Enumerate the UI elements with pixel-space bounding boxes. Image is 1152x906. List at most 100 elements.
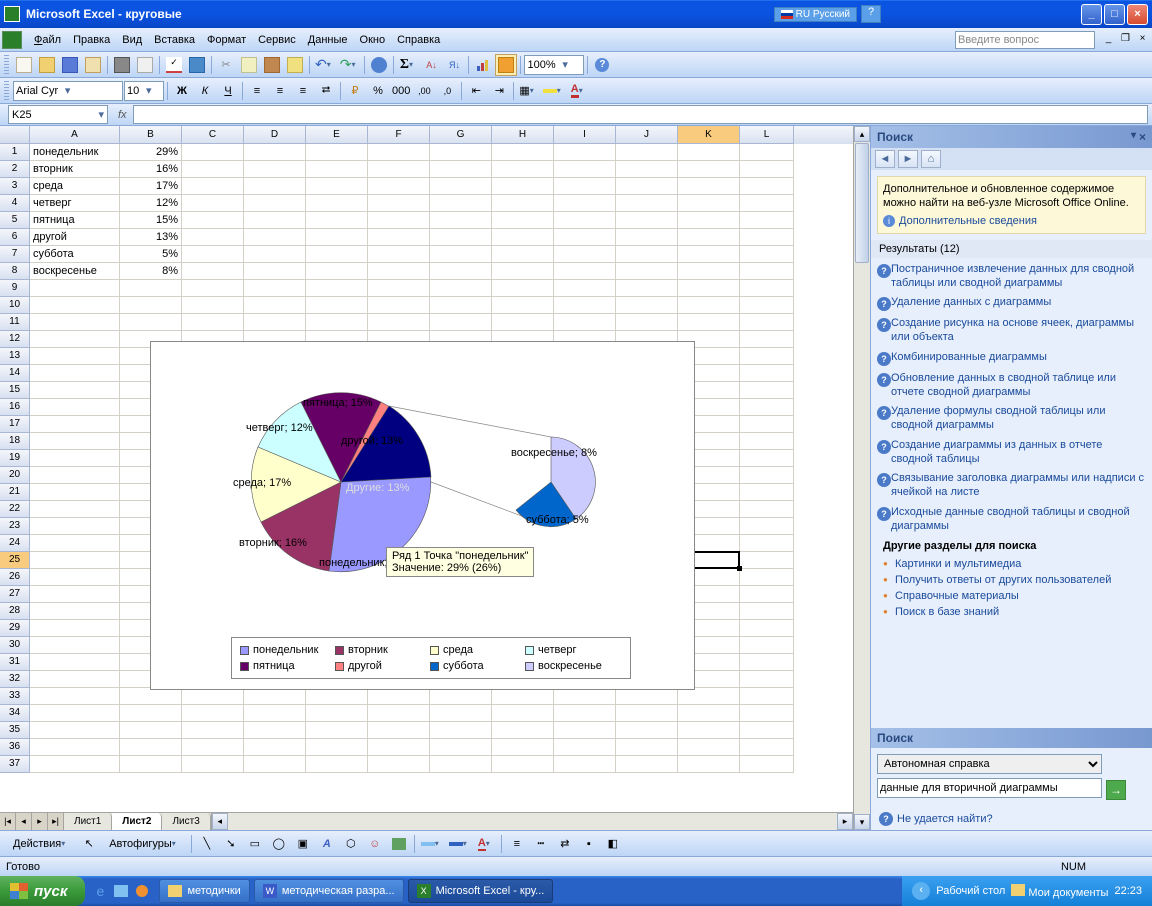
cell[interactable] <box>182 144 244 161</box>
cell[interactable] <box>740 399 794 416</box>
row-header-4[interactable]: 4 <box>0 195 30 212</box>
hyperlink-button[interactable] <box>368 54 390 76</box>
menu-data[interactable]: Данные <box>302 32 354 48</box>
other-link[interactable]: Получить ответы от других пользователей <box>895 574 1111 586</box>
row-header-11[interactable]: 11 <box>0 314 30 331</box>
search-input[interactable] <box>877 778 1102 798</box>
cell[interactable] <box>678 246 740 263</box>
cell[interactable] <box>492 314 554 331</box>
start-button[interactable]: пуск <box>0 876 85 906</box>
format-painter-button[interactable] <box>284 54 306 76</box>
cell[interactable] <box>740 416 794 433</box>
nav-back-button[interactable]: ◄ <box>875 150 895 168</box>
cell[interactable] <box>306 739 368 756</box>
cell[interactable] <box>740 467 794 484</box>
diagram-button[interactable]: ⬡ <box>340 833 362 855</box>
cell[interactable] <box>120 756 182 773</box>
line-style-button[interactable]: ≡ <box>506 833 528 855</box>
drawing-toggle-button[interactable] <box>495 54 517 76</box>
cell[interactable] <box>30 331 120 348</box>
cell[interactable] <box>740 365 794 382</box>
cell[interactable] <box>678 280 740 297</box>
cell[interactable] <box>740 382 794 399</box>
copy-button[interactable] <box>238 54 260 76</box>
cell[interactable] <box>616 280 678 297</box>
cell[interactable]: суббота <box>30 246 120 263</box>
cell[interactable] <box>244 263 306 280</box>
cell[interactable] <box>368 280 430 297</box>
col-header-J[interactable]: J <box>616 126 678 144</box>
cell[interactable] <box>678 178 740 195</box>
cell[interactable] <box>244 722 306 739</box>
cell[interactable] <box>740 297 794 314</box>
cell[interactable] <box>30 688 120 705</box>
cell[interactable] <box>306 722 368 739</box>
cell[interactable] <box>740 518 794 535</box>
cell[interactable] <box>30 348 120 365</box>
cell[interactable] <box>678 705 740 722</box>
tray-docs-link[interactable]: Мои документы <box>1011 884 1108 899</box>
cell[interactable] <box>120 297 182 314</box>
cell[interactable] <box>678 722 740 739</box>
horizontal-scrollbar[interactable]: ◂ ▸ <box>211 813 853 830</box>
cell[interactable] <box>616 246 678 263</box>
cell[interactable] <box>740 756 794 773</box>
cell[interactable]: 17% <box>120 178 182 195</box>
cell[interactable]: воскресенье <box>30 263 120 280</box>
increase-indent-button[interactable]: ⇥ <box>488 80 510 102</box>
ask-question-input[interactable] <box>955 31 1095 49</box>
tab-nav-first[interactable]: |◂ <box>0 813 16 830</box>
cell[interactable] <box>182 297 244 314</box>
cell[interactable] <box>430 297 492 314</box>
cell[interactable] <box>430 688 492 705</box>
cell[interactable] <box>492 161 554 178</box>
cell[interactable] <box>244 212 306 229</box>
cell[interactable] <box>244 756 306 773</box>
cell[interactable] <box>306 144 368 161</box>
menu-insert[interactable]: Вставка <box>148 32 201 48</box>
formula-input[interactable] <box>133 105 1148 124</box>
help-button[interactable]: ? <box>591 54 613 76</box>
cell[interactable] <box>30 671 120 688</box>
cell[interactable]: понедельник <box>30 144 120 161</box>
cell[interactable] <box>492 739 554 756</box>
cell[interactable] <box>740 450 794 467</box>
spellcheck-button[interactable]: ✓ <box>163 54 185 76</box>
cell[interactable] <box>30 484 120 501</box>
undo-button[interactable]: ↶▾ <box>313 54 337 76</box>
row-header-1[interactable]: 1 <box>0 144 30 161</box>
cell[interactable] <box>306 161 368 178</box>
cell[interactable] <box>120 739 182 756</box>
task-pane-close-button[interactable]: × <box>1139 130 1146 144</box>
cell[interactable] <box>430 705 492 722</box>
cell[interactable] <box>30 739 120 756</box>
cell[interactable] <box>368 263 430 280</box>
minimize-button[interactable]: _ <box>1081 4 1102 25</box>
cell[interactable] <box>368 705 430 722</box>
cell[interactable] <box>30 705 120 722</box>
cell[interactable] <box>182 263 244 280</box>
new-button[interactable] <box>13 54 35 76</box>
tray-expand-icon[interactable]: ‹ <box>912 882 930 900</box>
language-indicator[interactable]: RU Русский <box>774 7 857 22</box>
sheet-tab-2[interactable]: Лист2 <box>112 813 162 830</box>
cell[interactable] <box>430 144 492 161</box>
cell[interactable] <box>30 603 120 620</box>
cell[interactable] <box>740 348 794 365</box>
cell[interactable] <box>740 705 794 722</box>
cell[interactable] <box>182 739 244 756</box>
cell[interactable] <box>368 688 430 705</box>
row-header-3[interactable]: 3 <box>0 178 30 195</box>
cell[interactable]: 29% <box>120 144 182 161</box>
row-header-16[interactable]: 16 <box>0 399 30 416</box>
cell[interactable] <box>306 705 368 722</box>
result-link[interactable]: Комбинированные диаграммы <box>891 351 1047 366</box>
cell[interactable] <box>182 178 244 195</box>
3d-button[interactable]: ◧ <box>602 833 624 855</box>
cell[interactable]: 13% <box>120 229 182 246</box>
cell[interactable] <box>740 739 794 756</box>
col-header-A[interactable]: A <box>30 126 120 144</box>
cell[interactable] <box>554 705 616 722</box>
cell[interactable] <box>554 722 616 739</box>
cell[interactable] <box>30 518 120 535</box>
